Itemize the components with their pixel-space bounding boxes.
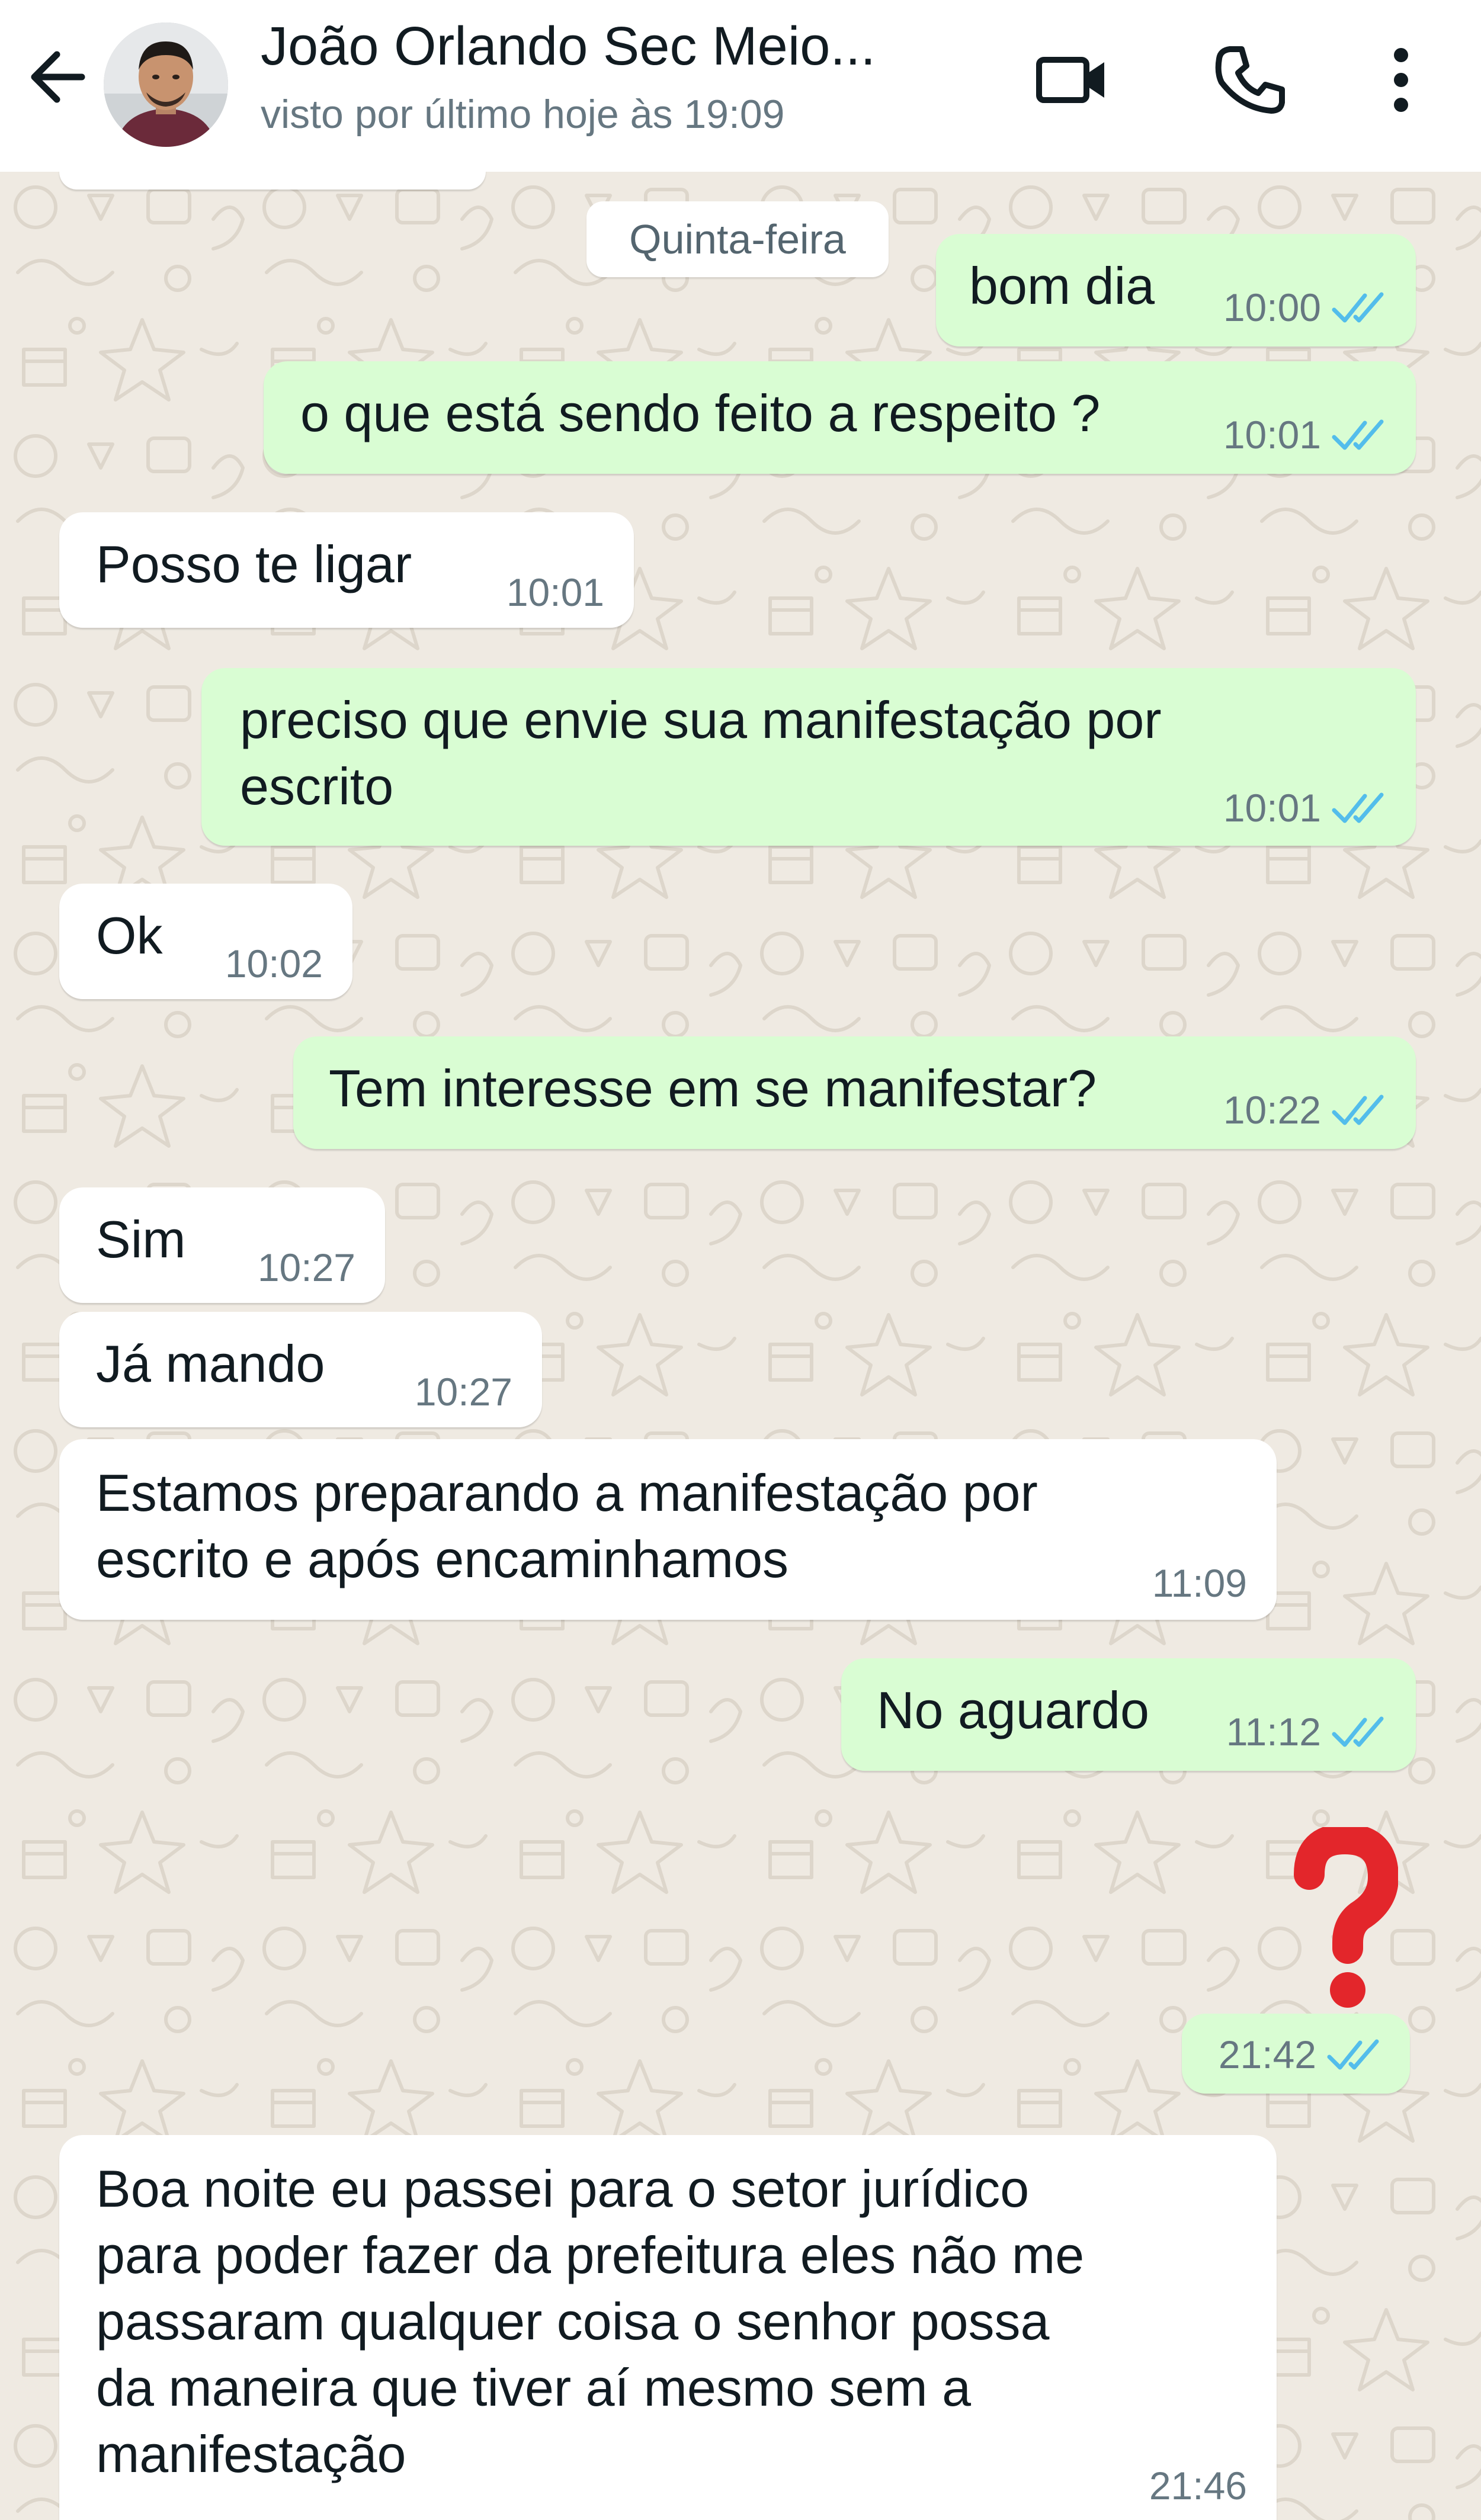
red-question-mark-emoji[interactable] (1286, 1827, 1398, 2011)
message-time: 10:00 (1223, 285, 1321, 329)
message-time: 10:01 (1223, 413, 1321, 457)
message-bubble-outgoing[interactable]: Tem interesse em se manifestar? 10:22 (293, 1036, 1416, 1149)
more-vertical-icon (1394, 48, 1408, 112)
message-text: Sim (96, 1210, 186, 1269)
menu-button[interactable] (1357, 36, 1445, 124)
message-meta: 10:02 (225, 940, 323, 987)
message-meta: 10:01 (1223, 784, 1386, 832)
message-time: 10:02 (225, 942, 323, 985)
message-text: Ok (96, 906, 163, 965)
message-text-line-2: para poder fazer da prefeitura eles não … (96, 2226, 1085, 2284)
double-check-read-icon (1332, 1094, 1384, 1125)
double-check-read-icon (1332, 792, 1384, 823)
message-bubble-incoming[interactable]: Sim 10:27 (59, 1187, 385, 1303)
message-text: Posso te ligar (96, 535, 412, 593)
message-bubble-incoming[interactable]: Boa noite eu passei para o setor jurídic… (59, 2135, 1277, 2520)
message-meta: 21:42 (1219, 2031, 1381, 2078)
double-check-read-icon (1332, 292, 1384, 323)
message-text: Estamos preparando a manifestação por (96, 1463, 1038, 1522)
message-time: 21:42 (1218, 2033, 1316, 2076)
video-call-button[interactable] (1028, 36, 1117, 124)
chat-area[interactable]: Quinta-feira bom dia 10:00 o que está se… (0, 172, 1481, 2520)
avatar[interactable] (104, 23, 228, 147)
message-text: preciso que envie sua manifestação por (240, 691, 1162, 749)
message-text-line-4: da maneira que tiver aí mesmo sem a (96, 2358, 972, 2417)
message-meta: 10:27 (415, 1368, 512, 1415)
message-bubble-incoming[interactable]: Estamos preparando a manifestação por es… (59, 1439, 1277, 1620)
message-bubble-outgoing[interactable]: 21:42 (1182, 2014, 1410, 2094)
previous-message-bubble (59, 172, 486, 190)
back-button[interactable] (23, 41, 94, 113)
message-time: 10:27 (414, 1370, 512, 1414)
last-seen-status: visto por último hoje às 19:09 (261, 92, 785, 137)
message-bubble-outgoing[interactable]: No aguardo 11:12 (841, 1658, 1416, 1771)
double-check-read-icon (1332, 1716, 1384, 1747)
contact-name[interactable]: João Orlando Sec Meio... (261, 11, 972, 82)
message-bubble-incoming[interactable]: Já mando 10:27 (59, 1312, 542, 1427)
message-text: bom dia (969, 256, 1155, 315)
message-text-line-2: escrito e após encaminhamos (96, 1530, 789, 1588)
message-meta: 21:46 (1149, 2462, 1247, 2509)
arrow-left-icon (31, 51, 85, 103)
message-text: o que está sendo feito a respeito ? (300, 384, 1101, 442)
message-time: 11:12 (1226, 1710, 1321, 1754)
message-time: 10:27 (257, 1245, 355, 1289)
message-meta: 10:22 (1223, 1086, 1386, 1134)
message-text-line-5: manifestação (96, 2425, 406, 2483)
message-time: 10:01 (1223, 786, 1321, 830)
chat-header: João Orlando Sec Meio... visto por últim… (0, 0, 1481, 172)
message-meta: 10:01 (1223, 411, 1386, 458)
message-meta: 11:12 (1226, 1708, 1386, 1755)
message-bubble-outgoing[interactable]: bom dia 10:00 (936, 234, 1416, 346)
message-text: Tem interesse em se manifestar? (329, 1059, 1097, 1118)
message-time: 11:09 (1152, 1561, 1247, 1605)
phone-icon (1215, 46, 1285, 114)
message-meta: 10:00 (1223, 284, 1386, 331)
message-bubble-outgoing[interactable]: o que está sendo feito a respeito ? 10:0… (264, 361, 1416, 474)
message-time: 10:22 (1223, 1088, 1321, 1132)
voice-call-button[interactable] (1206, 36, 1294, 124)
message-text-line-3: passaram qualquer coisa o senhor possa (96, 2292, 1050, 2351)
message-text: No aguardo (877, 1681, 1149, 1739)
contact-photo (104, 23, 228, 147)
message-text-line-1: Boa noite eu passei para o setor jurídic… (96, 2159, 1030, 2218)
message-bubble-outgoing[interactable]: preciso que envie sua manifestação por e… (201, 668, 1416, 846)
message-bubble-incoming[interactable]: Ok 10:02 (59, 884, 352, 999)
message-text: Já mando (96, 1334, 325, 1393)
message-meta: 10:27 (258, 1244, 355, 1291)
double-check-read-icon (1332, 419, 1384, 450)
message-text-line-2: escrito (240, 757, 394, 816)
video-call-icon (1036, 57, 1104, 103)
message-meta: 10:01 (507, 569, 604, 616)
date-separator: Quinta-feira (586, 201, 889, 277)
double-check-read-icon (1327, 2039, 1379, 2070)
message-bubble-incoming[interactable]: Posso te ligar 10:01 (59, 512, 634, 628)
message-meta: 11:09 (1152, 1559, 1247, 1607)
message-time: 10:01 (506, 570, 604, 614)
message-time: 21:46 (1149, 2464, 1247, 2508)
